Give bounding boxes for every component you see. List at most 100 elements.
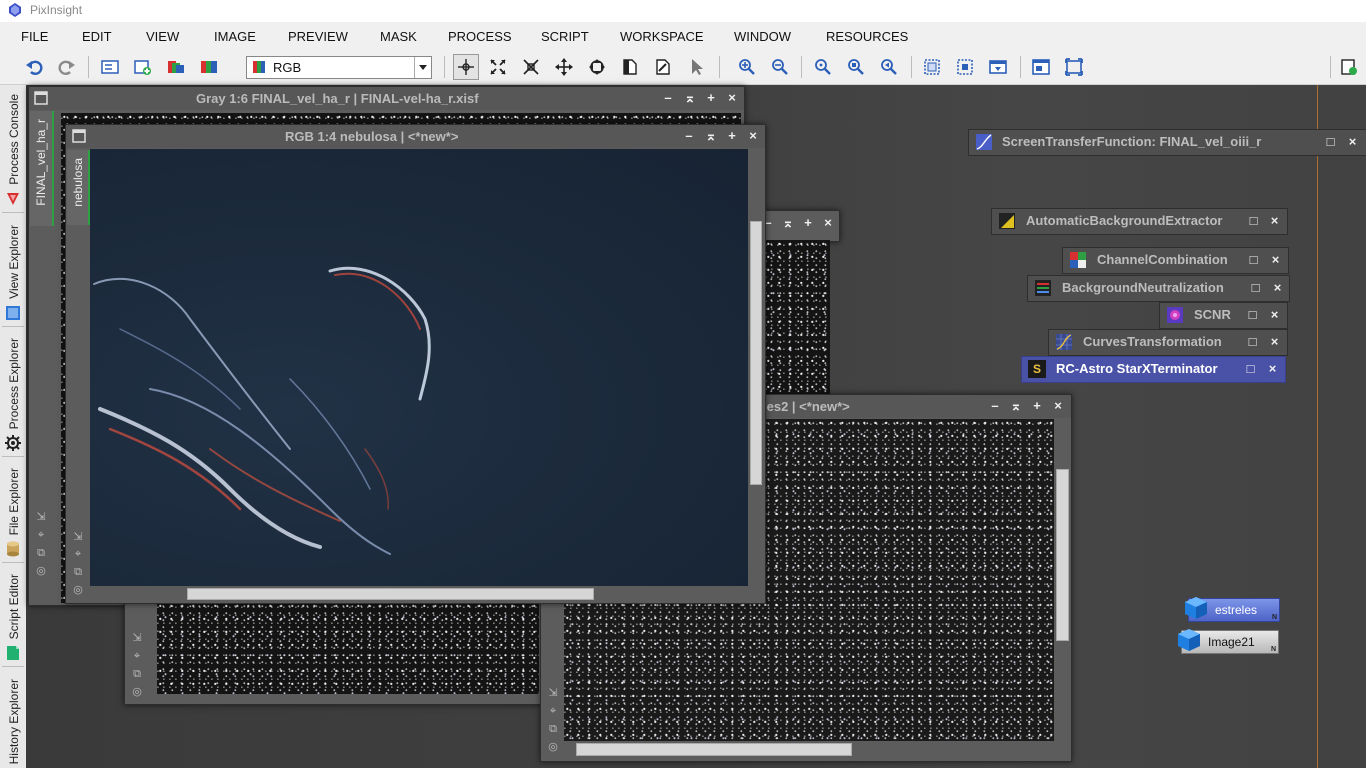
target-icon[interactable]: ◎ <box>35 565 47 577</box>
new-preview-icon[interactable] <box>619 56 641 78</box>
maximize-icon[interactable]: + <box>1030 399 1044 413</box>
new-image-icon[interactable] <box>132 56 154 78</box>
minimize-icon[interactable]: – <box>988 399 1002 413</box>
scrollbar-thumb[interactable] <box>1056 469 1069 641</box>
new-process-icon[interactable] <box>1338 56 1360 78</box>
fullscreen-icon[interactable] <box>1063 56 1085 78</box>
window-layout-icon[interactable] <box>1030 56 1052 78</box>
zoom-1-1-icon[interactable] <box>812 56 834 78</box>
maximize-icon[interactable]: □ <box>1247 253 1260 266</box>
copy-icon[interactable]: ⧉ <box>72 566 84 578</box>
menu-preview[interactable]: PREVIEW <box>288 29 348 44</box>
maximize-icon[interactable]: □ <box>1249 281 1262 294</box>
menu-window[interactable]: WINDOW <box>734 29 791 44</box>
shade-icon[interactable]: ⌅ <box>781 216 795 230</box>
close-icon[interactable]: × <box>1271 281 1284 294</box>
corner-resize-icon[interactable]: ⇲ <box>131 632 143 644</box>
close-icon[interactable]: × <box>1051 399 1065 413</box>
menu-mask[interactable]: MASK <box>380 29 417 44</box>
corner-resize-icon[interactable]: ⇲ <box>72 531 84 543</box>
process-icon-starxterminator[interactable]: S RC-Astro StarXTerminator □ × <box>1021 356 1286 383</box>
move-icon[interactable] <box>586 56 608 78</box>
image-canvas-nebulosa[interactable] <box>90 149 748 586</box>
menu-resources[interactable]: RESOURCES <box>826 29 908 44</box>
vertical-scrollbar[interactable] <box>749 149 763 586</box>
extract-channels-icon[interactable] <box>198 56 220 78</box>
readout-mode-icon[interactable] <box>453 54 479 80</box>
copy-icon[interactable]: ⧉ <box>131 668 143 680</box>
menu-script[interactable]: SCRIPT <box>541 29 589 44</box>
close-icon[interactable]: × <box>1346 135 1359 148</box>
corner-resize-icon[interactable]: ⇲ <box>35 511 47 523</box>
view-tab-final-vel-ha-r[interactable]: FINAL_vel_ha_r <box>30 111 54 226</box>
redo-icon[interactable] <box>56 56 78 78</box>
maximize-icon[interactable]: □ <box>1324 135 1337 148</box>
close-icon[interactable]: × <box>1268 308 1281 321</box>
target-icon[interactable]: ◎ <box>72 584 84 596</box>
dynamic-operation-icon[interactable] <box>685 56 707 78</box>
minimize-icon[interactable]: – <box>661 91 675 105</box>
tab-file-explorer[interactable]: File Explorer <box>0 457 26 561</box>
maximize-icon[interactable]: □ <box>1244 362 1257 375</box>
tab-view-explorer[interactable]: View Explorer <box>0 213 26 325</box>
tab-process-console[interactable]: Process Console <box>0 85 26 211</box>
process-icon-channel-combination[interactable]: ChannelCombination □ × <box>1062 247 1289 274</box>
maximize-icon[interactable]: □ <box>1246 308 1259 321</box>
corner-resize-icon[interactable]: ⇲ <box>547 687 559 699</box>
close-icon[interactable]: × <box>746 129 760 143</box>
zoom-out-icon[interactable] <box>769 56 791 78</box>
tab-process-explorer[interactable]: Process Explorer <box>0 327 26 455</box>
target-icon[interactable]: ◎ <box>131 686 143 698</box>
close-icon[interactable]: × <box>1268 335 1281 348</box>
crosshair-icon[interactable]: ⌖ <box>131 650 143 662</box>
crosshair-icon[interactable]: ⌖ <box>35 529 47 541</box>
close-icon[interactable]: × <box>821 216 835 230</box>
process-icon-screen-transfer-function[interactable]: ScreenTransferFunction: FINAL_vel_oiii_r… <box>968 129 1366 156</box>
maximize-view-icon[interactable] <box>987 56 1009 78</box>
view-identifier-icon[interactable] <box>99 56 121 78</box>
zoom-to-fit-icon[interactable] <box>487 56 509 78</box>
chevron-down-icon[interactable] <box>414 57 431 78</box>
maximize-icon[interactable]: + <box>725 129 739 143</box>
select-all-icon[interactable] <box>921 56 943 78</box>
tab-history-explorer[interactable]: History Explorer <box>0 667 26 768</box>
zoom-in-icon[interactable] <box>736 56 758 78</box>
menu-file[interactable]: FILE <box>21 29 48 44</box>
image-window-rgb-nebulosa[interactable]: RGB 1:4 nebulosa | <*new*> – ⌅ + × nebul… <box>65 124 766 604</box>
shade-icon[interactable]: ⌅ <box>683 91 697 105</box>
vertical-scrollbar[interactable] <box>1055 419 1070 741</box>
channel-selector-combo[interactable]: RGB <box>246 56 432 79</box>
maximize-icon[interactable]: □ <box>1247 214 1260 227</box>
zoom-fit-icon[interactable] <box>845 56 867 78</box>
edit-preview-icon[interactable] <box>652 56 674 78</box>
rgb-channels-icon[interactable] <box>165 56 187 78</box>
copy-icon[interactable]: ⧉ <box>547 723 559 735</box>
image-icon-estreles[interactable]: estreles N <box>1185 597 1280 622</box>
scrollbar-thumb[interactable] <box>576 743 852 756</box>
minimize-icon[interactable]: – <box>682 129 696 143</box>
window-titlebar[interactable]: Gray 1:6 FINAL_vel_ha_r | FINAL-vel-ha_r… <box>29 87 744 110</box>
crosshair-icon[interactable]: ⌖ <box>72 548 84 560</box>
close-icon[interactable]: × <box>1266 362 1279 375</box>
zoom-previous-icon[interactable] <box>878 56 900 78</box>
menu-process[interactable]: PROCESS <box>448 29 512 44</box>
menu-workspace[interactable]: WORKSPACE <box>620 29 704 44</box>
close-icon[interactable]: × <box>1268 214 1281 227</box>
horizontal-scrollbar[interactable] <box>564 742 1054 757</box>
maximize-icon[interactable]: □ <box>1246 335 1259 348</box>
process-icon-scnr[interactable]: SCNR □ × <box>1159 302 1288 329</box>
maximize-icon[interactable]: + <box>801 216 815 230</box>
scrollbar-thumb[interactable] <box>187 588 594 600</box>
menu-view[interactable]: VIEW <box>146 29 179 44</box>
shade-icon[interactable]: ⌅ <box>704 129 718 143</box>
scrollbar-thumb[interactable] <box>750 221 762 485</box>
shade-icon[interactable]: ⌅ <box>1009 399 1023 413</box>
process-icon-background-neutralization[interactable]: BackgroundNeutralization □ × <box>1027 275 1290 302</box>
crosshair-icon[interactable]: ⌖ <box>547 705 559 717</box>
window-titlebar[interactable]: RGB 1:4 nebulosa | <*new*> – ⌅ + × <box>66 125 765 148</box>
horizontal-scrollbar[interactable] <box>90 587 748 601</box>
image-canvas-lower[interactable] <box>157 602 539 694</box>
close-icon[interactable]: × <box>725 91 739 105</box>
image-window-lower[interactable]: ⇲ ⌖ ⧉ ◎ <box>124 600 542 705</box>
undo-icon[interactable] <box>23 56 45 78</box>
